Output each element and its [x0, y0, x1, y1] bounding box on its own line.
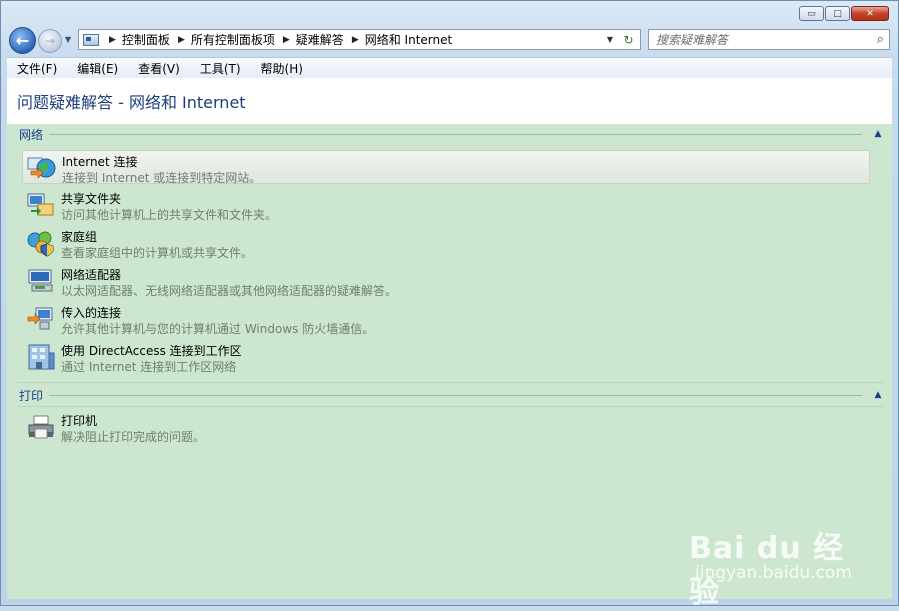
item-description: 通过 Internet 连接到工作区网络 — [61, 360, 237, 374]
item-description: 查看家庭组中的计算机或共享文件。 — [61, 246, 254, 260]
breadcrumb-chevron-icon[interactable]: ▶ — [178, 35, 185, 45]
menu-file[interactable]: 文件(F) — [7, 60, 67, 77]
item-title: 共享文件夹 — [61, 192, 122, 206]
chevron-down-icon: ▼ — [65, 35, 72, 44]
item-title: 网络适配器 — [61, 268, 122, 282]
forward-button[interactable]: → — [38, 29, 62, 53]
arrow-right-icon: → — [44, 34, 56, 48]
maximize-icon: □ — [833, 8, 842, 19]
caption-buttons: ▭ □ ✕ — [798, 6, 889, 21]
item-title: 使用 DirectAccess 连接到工作区 — [61, 344, 242, 358]
breadcrumb-network-internet[interactable]: 网络和 Internet — [365, 31, 452, 48]
group-separator — [17, 382, 884, 383]
breadcrumb-all-items[interactable]: 所有控制面板项 — [191, 31, 275, 48]
item-title: Internet 连接 — [62, 155, 138, 169]
group-title: 打印 — [19, 388, 44, 403]
collapse-up-icon[interactable]: ▲ — [870, 127, 886, 141]
menu-tools[interactable]: 工具(T) — [190, 60, 251, 77]
item-description: 访问其他计算机上的共享文件和文件夹。 — [61, 208, 278, 222]
close-icon: ✕ — [866, 8, 874, 19]
search-box[interactable]: ⌕ — [648, 29, 890, 50]
group-title: 网络 — [19, 127, 44, 142]
shared-folder-icon — [27, 193, 54, 216]
breadcrumb-chevron-icon[interactable]: ▶ — [109, 35, 116, 45]
arrow-left-icon: ← — [15, 31, 30, 50]
page-header: 问题疑难解答 - 网络和 Internet — [7, 78, 892, 124]
recent-pages-dropdown[interactable]: ▼ — [65, 35, 71, 44]
address-dropdown-button[interactable]: ▼ — [602, 30, 618, 49]
refresh-icon: ↻ — [623, 32, 634, 47]
menu-edit[interactable]: 编辑(E) — [67, 60, 128, 77]
item-description: 以太网适配器、无线网络适配器或其他网络适配器的疑难解答。 — [61, 284, 398, 298]
incoming-connection-icon — [27, 307, 53, 330]
back-button[interactable]: ← — [9, 27, 36, 54]
close-button[interactable]: ✕ — [851, 6, 889, 21]
maximize-button[interactable]: □ — [825, 6, 850, 21]
watermark-url: jingyan.baidu.com — [695, 563, 852, 583]
address-bar[interactable]: ▶ 控制面板 ▶ 所有控制面板项 ▶ 疑难解答 ▶ 网络和 Internet ▼ — [78, 29, 619, 50]
homegroup-icon — [27, 231, 54, 257]
breadcrumb-control-panel[interactable]: 控制面板 — [122, 31, 170, 48]
list-item-shared-folders[interactable]: 共享文件夹 访问其他计算机上的共享文件和文件夹。 — [22, 188, 870, 222]
refresh-button[interactable]: ↻ — [617, 29, 641, 50]
menu-help[interactable]: 帮助(H) — [251, 60, 313, 77]
list-item-directaccess[interactable]: 使用 DirectAccess 连接到工作区 通过 Internet 连接到工作… — [22, 340, 870, 374]
item-title: 家庭组 — [61, 230, 98, 244]
breadcrumb-chevron-icon[interactable]: ▶ — [352, 35, 359, 45]
breadcrumb-troubleshooting[interactable]: 疑难解答 — [296, 31, 344, 48]
list-item-homegroup[interactable]: 家庭组 查看家庭组中的计算机或共享文件。 — [22, 226, 870, 260]
minimize-icon: ▭ — [807, 8, 816, 19]
search-input[interactable] — [654, 31, 858, 48]
navigation-bar: ← → ▼ ▶ 控制面板 ▶ 所有控制面板项 ▶ 疑难解答 ▶ 网络和 Inte… — [7, 26, 893, 54]
chevron-down-icon: ▼ — [606, 35, 614, 44]
group-header-printing[interactable]: 打印 ▲ — [7, 386, 892, 404]
page-title: 问题疑难解答 - 网络和 Internet — [17, 93, 246, 112]
baidu-jingyan-watermark: Bai du 经验 jingyan.baidu.com — [689, 513, 859, 610]
list-item-internet-connection[interactable]: Internet 连接 连接到 Internet 或连接到特定网站。 — [22, 150, 870, 185]
list-item-network-adapter[interactable]: 网络适配器 以太网适配器、无线网络适配器或其他网络适配器的疑难解答。 — [22, 264, 870, 298]
globe-network-icon — [27, 157, 56, 179]
collapse-up-icon[interactable]: ▲ — [870, 388, 886, 402]
directaccess-icon — [28, 344, 55, 370]
explorer-window: ▭ □ ✕ ← → ▼ ▶ 控制面板 ▶ 所有控制面板项 ▶ 疑难解答 ▶ 网络… — [0, 0, 899, 610]
item-description: 允许其他计算机与您的计算机通过 Windows 防火墙通信。 — [61, 322, 375, 336]
breadcrumb-chevron-icon[interactable]: ▶ — [283, 35, 290, 45]
group-divider — [49, 394, 862, 396]
group-header-network[interactable]: 网络 ▲ — [7, 125, 892, 143]
item-title: 打印机 — [61, 414, 98, 428]
printer-icon — [28, 415, 54, 439]
search-icon[interactable]: ⌕ — [877, 32, 884, 47]
group-separator — [17, 406, 884, 407]
minimize-button[interactable]: ▭ — [799, 6, 824, 21]
network-adapter-icon — [28, 269, 53, 292]
item-title: 传入的连接 — [61, 306, 122, 320]
item-description: 连接到 Internet 或连接到特定网站。 — [62, 171, 262, 185]
control-panel-icon — [83, 33, 99, 46]
list-item-incoming-connections[interactable]: 传入的连接 允许其他计算机与您的计算机通过 Windows 防火墙通信。 — [22, 302, 870, 336]
menu-bar: 文件(F) 编辑(E) 查看(V) 工具(T) 帮助(H) — [7, 57, 892, 78]
list-item-printer[interactable]: 打印机 解决阻止打印完成的问题。 — [22, 410, 870, 444]
menu-view[interactable]: 查看(V) — [128, 60, 190, 77]
item-description: 解决阻止打印完成的问题。 — [61, 430, 206, 444]
group-divider — [49, 133, 862, 135]
